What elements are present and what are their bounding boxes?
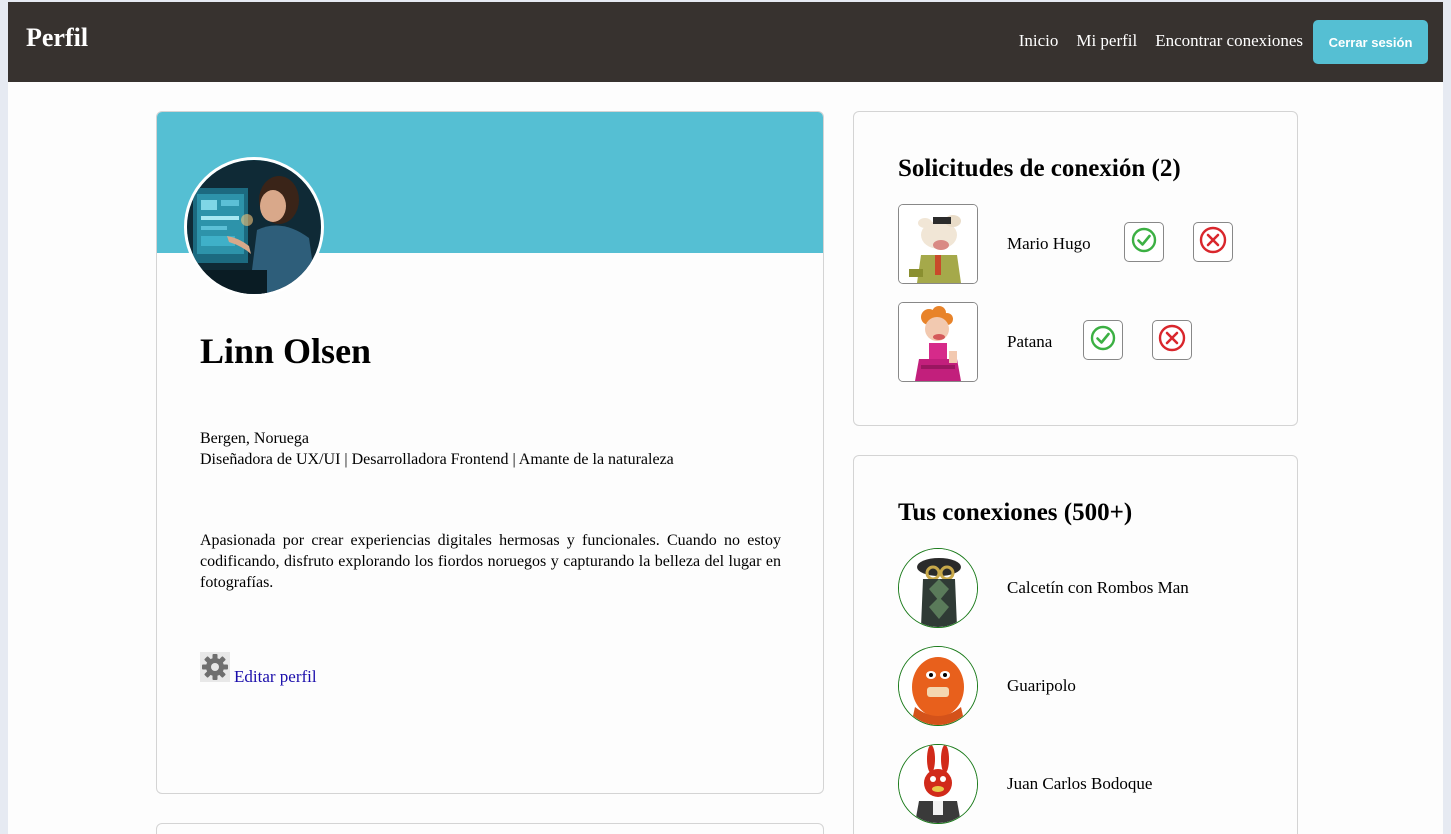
connection-avatar-guaripolo[interactable] (898, 646, 978, 726)
logout-button[interactable]: Cerrar sesión (1313, 20, 1428, 64)
accept-button-mario-hugo[interactable] (1124, 222, 1164, 262)
gear-icon[interactable] (200, 652, 230, 687)
request-name-mario-hugo: Mario Hugo (1007, 234, 1091, 253)
accept-button-patana[interactable] (1083, 320, 1123, 360)
requests-title: Solicitudes de conexión (2) (898, 155, 1181, 182)
profile-location: Bergen, Noruega (200, 430, 309, 447)
profile-card: Linn Olsen Bergen, Noruega Diseñadora de… (156, 111, 824, 794)
profile-avatar (184, 157, 324, 297)
nav-link-inicio[interactable]: Inicio (1019, 31, 1059, 51)
request-avatar-patana[interactable] (898, 302, 978, 382)
edit-profile[interactable]: Editar perfil (200, 652, 317, 687)
connections-card: Tus conexiones (500+) Calcetín con Rombo… (853, 455, 1298, 834)
close-circle-icon (1158, 324, 1186, 357)
request-avatar-mario-hugo[interactable] (898, 204, 978, 284)
nav-link-mi-perfil[interactable]: Mi perfil (1076, 31, 1137, 51)
navbar-brand[interactable]: Perfil (26, 23, 88, 53)
connection-avatar-calcetin[interactable] (898, 548, 978, 628)
page: Perfil Inicio Mi perfil Encontrar conexi… (8, 2, 1443, 834)
close-circle-icon (1199, 226, 1227, 259)
reject-button-mario-hugo[interactable] (1193, 222, 1233, 262)
top-navbar: Perfil Inicio Mi perfil Encontrar conexi… (8, 2, 1443, 82)
request-name-patana: Patana (1007, 332, 1053, 351)
connection-name-juan-carlos-bodoque: Juan Carlos Bodoque (1007, 774, 1153, 793)
nav-link-encontrar-conexiones[interactable]: Encontrar conexiones (1155, 31, 1303, 51)
profile-headline: Diseñadora de UX/UI | Desarrolladora Fro… (200, 451, 674, 468)
connection-name-calcetin: Calcetín con Rombos Man (1007, 578, 1189, 597)
nav-links: Inicio Mi perfil Encontrar conexiones (1019, 31, 1303, 51)
edit-profile-link[interactable]: Editar perfil (234, 667, 317, 687)
profile-name: Linn Olsen (200, 331, 372, 371)
connection-avatar-juan-carlos-bodoque[interactable] (898, 744, 978, 824)
connection-name-guaripolo: Guaripolo (1007, 676, 1076, 695)
profile-bio: Apasionada por crear experiencias digita… (200, 532, 781, 591)
reject-button-patana[interactable] (1152, 320, 1192, 360)
connections-title: Tus conexiones (500+) (898, 499, 1133, 526)
secondary-card (156, 823, 824, 834)
connection-requests-card: Solicitudes de conexión (2) Mario Hugo P… (853, 111, 1298, 426)
check-icon (1131, 227, 1157, 258)
check-icon (1090, 325, 1116, 356)
